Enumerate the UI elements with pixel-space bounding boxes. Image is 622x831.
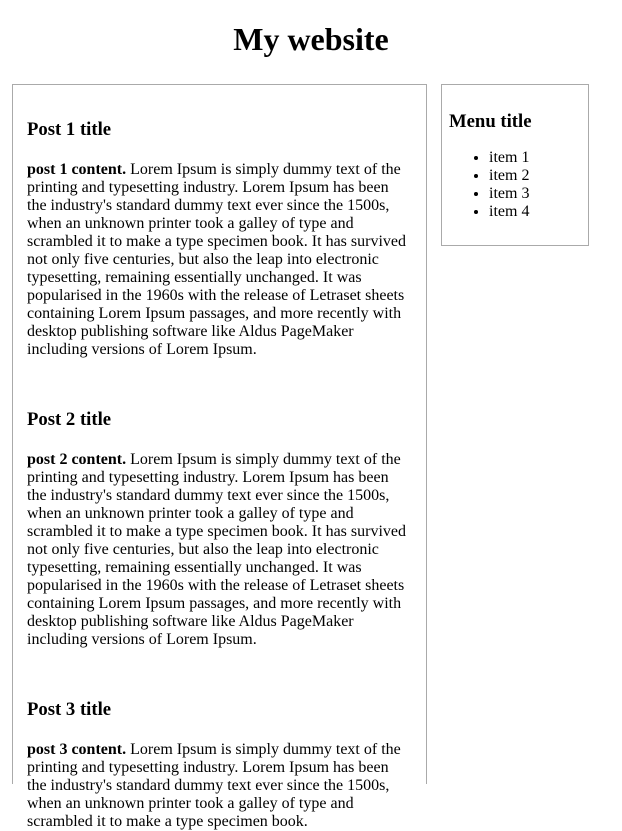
menu-item[interactable]: item 1	[489, 149, 581, 167]
site-title: My website	[233, 21, 389, 57]
menu-list: item 1 item 2 item 3 item 4	[449, 149, 581, 221]
post-content: post 1 content. Lorem Ipsum is simply du…	[27, 161, 412, 359]
post-lead: post 3 content.	[27, 741, 127, 758]
post: Post 2 title post 2 content. Lorem Ipsum…	[27, 359, 412, 649]
post-body: Lorem Ipsum is simply dummy text of the …	[27, 161, 407, 358]
menu-item[interactable]: item 2	[489, 167, 581, 185]
post-lead: post 2 content.	[27, 451, 127, 468]
post-title: Post 1 title	[27, 119, 112, 140]
post: Post 1 title post 1 content. Lorem Ipsum…	[27, 85, 412, 359]
post-body: Lorem Ipsum is simply dummy text of the …	[27, 451, 407, 648]
menu-item[interactable]: item 3	[489, 185, 581, 203]
post-title: Post 2 title	[27, 409, 112, 430]
sidebar-menu: Menu title item 1 item 2 item 3 item 4	[441, 84, 589, 246]
menu-title: Menu title	[449, 111, 532, 132]
post-lead: post 1 content.	[27, 161, 127, 178]
post-content: post 2 content. Lorem Ipsum is simply du…	[27, 451, 412, 649]
post: Post 3 title post 3 content. Lorem Ipsum…	[27, 649, 412, 831]
post-title: Post 3 title	[27, 699, 112, 720]
menu-item[interactable]: item 4	[489, 203, 581, 221]
posts-column: Post 1 title post 1 content. Lorem Ipsum…	[12, 84, 427, 830]
